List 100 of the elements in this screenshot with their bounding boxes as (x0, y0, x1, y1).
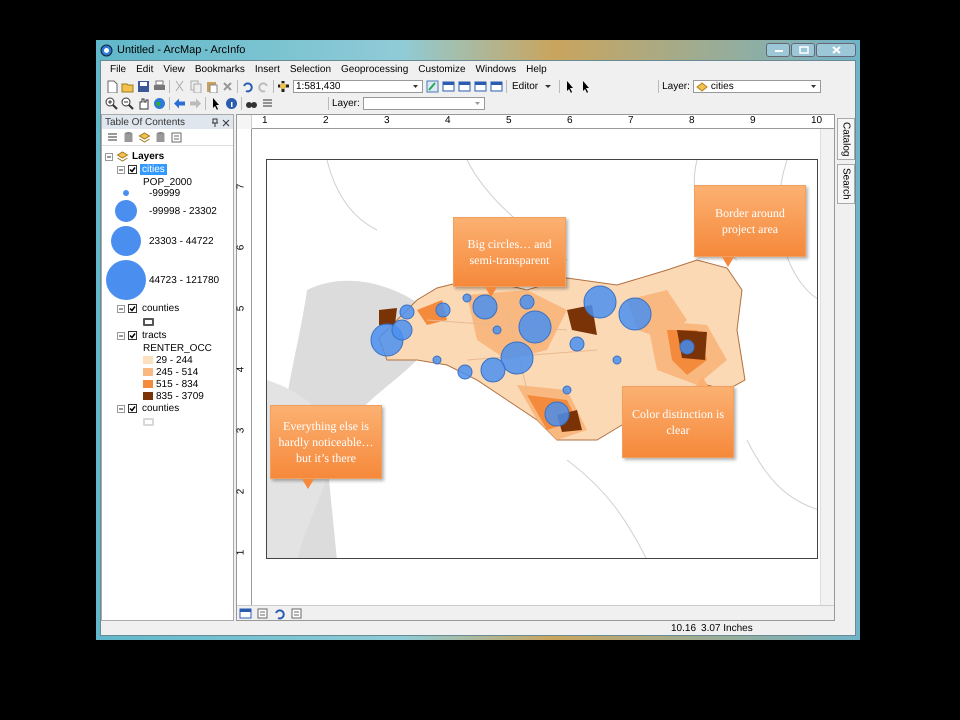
city-circle (618, 298, 652, 330)
maximize-button[interactable] (791, 43, 815, 57)
database-icon[interactable] (154, 130, 167, 144)
undo-icon[interactable] (273, 606, 286, 620)
callout: Color distinction is clear (622, 386, 734, 458)
layer-checkbox[interactable] (128, 304, 137, 313)
legend-label: -99999 (149, 188, 180, 198)
window-icon[interactable] (490, 80, 503, 93)
options-icon[interactable] (290, 606, 303, 620)
print-icon[interactable] (153, 80, 166, 93)
layer-label: Layer: (332, 98, 360, 109)
options-icon[interactable] (256, 606, 269, 620)
city-circle (544, 402, 570, 426)
city-circle (612, 356, 622, 364)
info-icon[interactable] (225, 97, 238, 110)
close-icon[interactable] (222, 118, 230, 126)
zoom-in-icon[interactable] (105, 97, 118, 110)
callout-tail (720, 257, 736, 267)
back-arrow-icon[interactable] (173, 97, 186, 110)
layers-icon[interactable] (138, 130, 151, 144)
layer-label: Layer: (662, 81, 690, 92)
menu-item[interactable]: Selection (284, 64, 336, 75)
expand-toggle-icon[interactable] (117, 404, 125, 412)
city-circle (584, 286, 616, 318)
ruler-number: 4 (235, 366, 246, 372)
scale-field[interactable]: 1:581,430 (293, 80, 423, 93)
city-circle (570, 336, 584, 352)
hand-icon[interactable] (137, 97, 150, 110)
callout: Big circles… and semi-transparent (453, 217, 566, 287)
layers-icon (116, 150, 129, 163)
options-icon[interactable] (170, 130, 183, 144)
window-icon[interactable] (442, 80, 455, 93)
window-icon[interactable] (239, 606, 252, 620)
window-icon[interactable] (474, 80, 487, 93)
legend-label: -99998 - 23302 (149, 206, 217, 216)
layer-dropdown[interactable] (362, 97, 485, 110)
expand-toggle-icon[interactable] (117, 166, 125, 174)
field-name: RENTER_OCC (142, 342, 213, 354)
menu-item[interactable]: Help (521, 64, 552, 75)
layer-dropdown[interactable]: cities (692, 80, 821, 93)
ruler-number: 2 (323, 115, 329, 126)
side-tab[interactable]: Catalog (837, 118, 855, 160)
menu-item[interactable]: File (105, 64, 132, 75)
ruler-number: 10 (811, 115, 822, 126)
city-circle (480, 358, 506, 382)
add-data-icon[interactable] (277, 80, 290, 93)
legend-label: 835 - 3709 (156, 390, 204, 402)
vertical-scrollbar[interactable] (820, 129, 834, 605)
maximize-icon (796, 45, 810, 55)
menu-item[interactable]: Bookmarks (190, 64, 250, 75)
layer-checkbox[interactable] (128, 331, 137, 340)
layer-group-name[interactable]: Layers (132, 151, 164, 162)
ruler-number: 3 (235, 428, 246, 434)
layer-name[interactable]: counties (140, 303, 182, 314)
close-button[interactable] (816, 43, 856, 57)
city-circle (436, 302, 450, 318)
panel-title: Table Of Contents (105, 116, 186, 128)
side-tab[interactable]: Search (837, 164, 855, 204)
globe-icon[interactable] (153, 97, 166, 110)
ruler-number: 9 (750, 115, 756, 126)
save-icon[interactable] (137, 80, 150, 93)
legend-label: 29 - 244 (156, 354, 193, 366)
layer-checkbox[interactable] (128, 165, 137, 174)
layer-name[interactable]: tracts (140, 330, 168, 341)
minimize-button[interactable] (766, 43, 790, 57)
menu-item[interactable]: View (158, 64, 190, 75)
app-icon (100, 44, 113, 56)
window-icon[interactable] (458, 80, 471, 93)
coordinate-readout: 3.07 Inches (701, 622, 753, 634)
city-circle (500, 342, 534, 374)
editor-icon[interactable] (426, 80, 439, 93)
new-file-icon[interactable] (105, 80, 118, 93)
layer-name[interactable]: counties (140, 403, 182, 414)
menu-item[interactable]: Customize (413, 64, 471, 75)
menu-item[interactable]: Edit (131, 64, 158, 75)
menu-item[interactable]: Geoprocessing (336, 64, 414, 75)
callout-tail (300, 479, 316, 489)
ruler-number: 6 (567, 115, 573, 126)
legend-label: 245 - 514 (156, 366, 198, 378)
expand-toggle-icon[interactable] (117, 332, 125, 340)
ruler-number: 5 (235, 306, 246, 312)
ruler-number: 7 (235, 184, 246, 190)
menu-item[interactable]: Windows (470, 64, 522, 75)
layer-checkbox[interactable] (128, 404, 137, 413)
city-circle (492, 326, 502, 334)
callout-tail (694, 376, 710, 386)
menu-item[interactable]: Insert (250, 64, 285, 75)
list-icon[interactable] (106, 130, 119, 144)
expand-toggle-icon[interactable] (105, 152, 113, 160)
editor-menu-button[interactable]: Editor (510, 81, 540, 92)
pin-icon[interactable] (211, 118, 219, 126)
city-circle (400, 304, 414, 320)
point-layer-icon (696, 82, 708, 92)
paste-icon[interactable] (205, 80, 218, 93)
undo-icon[interactable] (241, 80, 254, 93)
legend-label: 515 - 834 (156, 378, 198, 390)
ruler-number: 1 (235, 550, 246, 556)
expand-toggle-icon[interactable] (117, 304, 125, 312)
zoom-out-icon[interactable] (121, 97, 134, 110)
ruler-number: 4 (445, 115, 451, 126)
